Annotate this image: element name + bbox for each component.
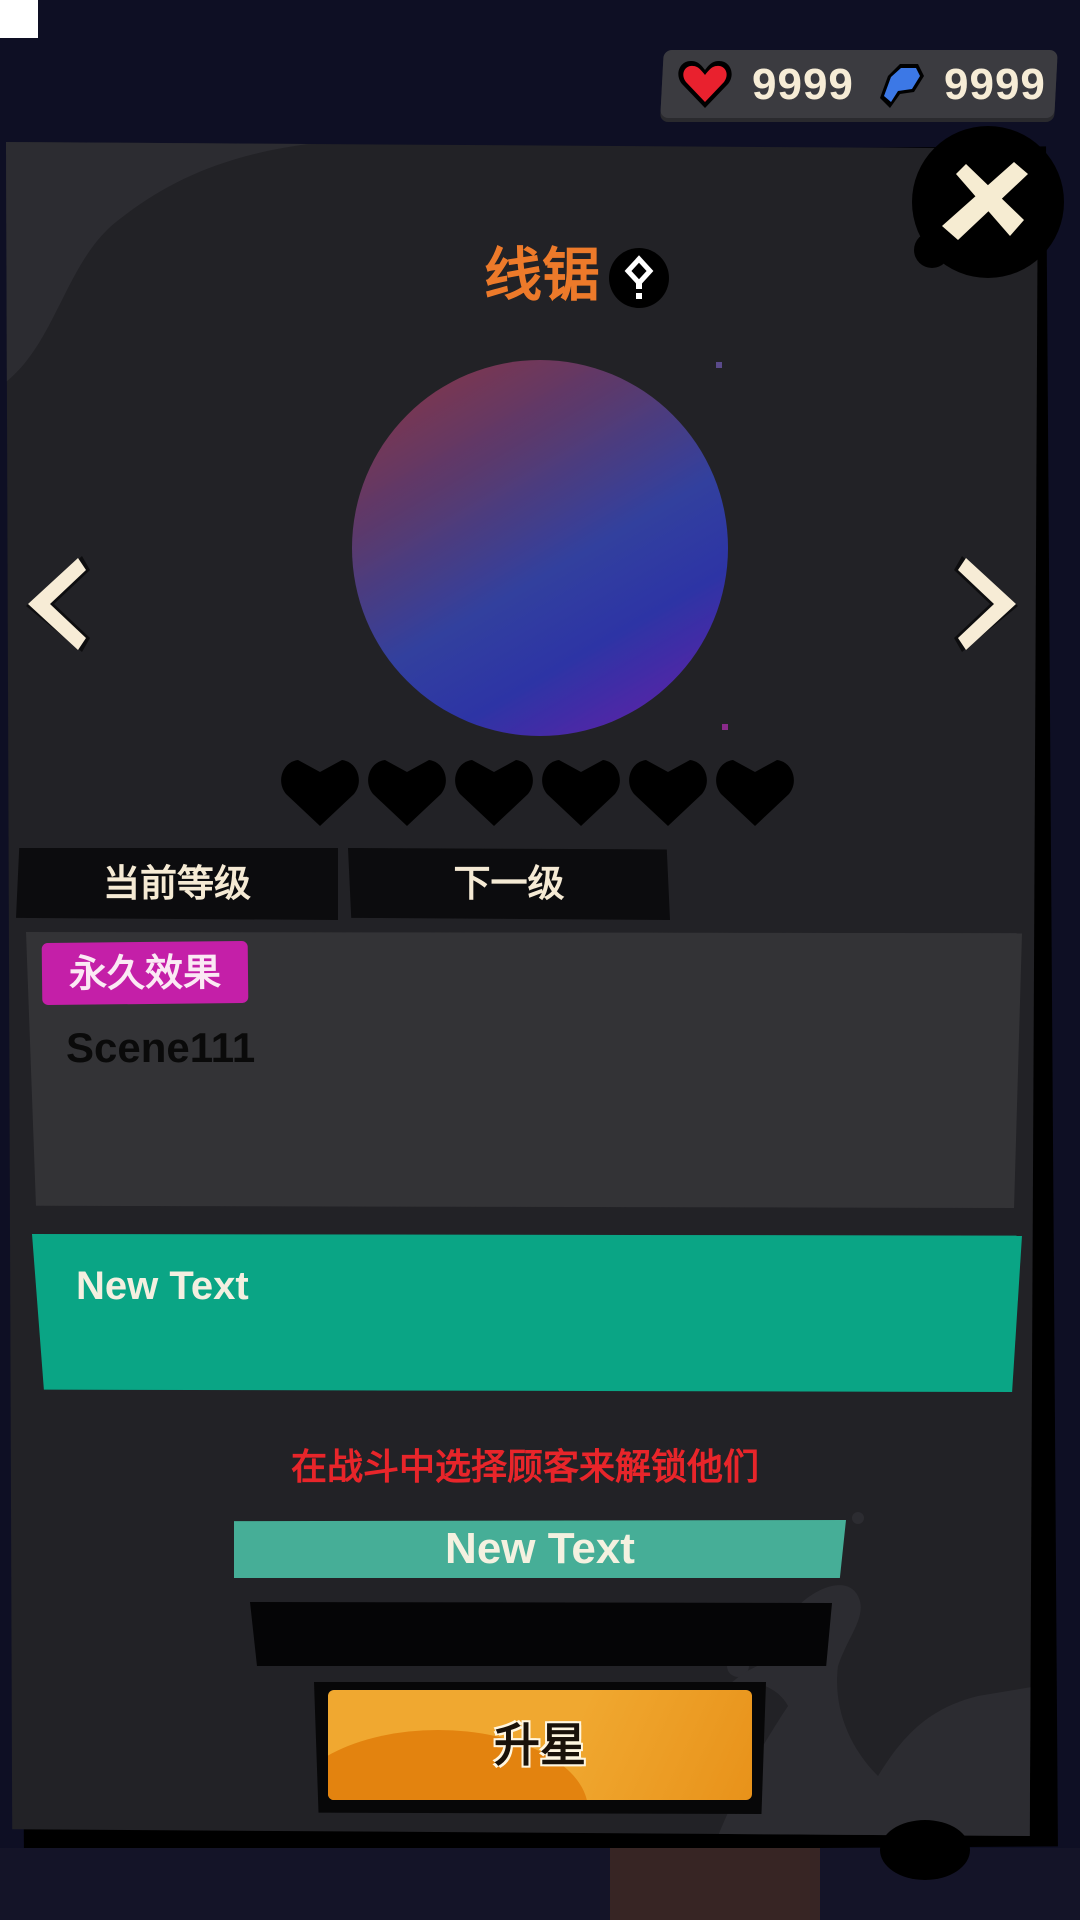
portrait-speck	[722, 724, 728, 730]
panel-decoration	[6, 142, 326, 382]
upgrade-star-button[interactable]: 升星	[328, 1690, 752, 1800]
question-icon	[609, 248, 669, 308]
corner-marker	[0, 0, 38, 38]
rating-star	[713, 754, 797, 832]
progress-label-text: New Text	[445, 1524, 635, 1573]
upgrade-star-label: 升星	[494, 1718, 586, 1772]
close-x-icon	[912, 126, 1064, 278]
chevron-right-icon	[954, 556, 1018, 652]
next-button[interactable]	[950, 552, 1024, 656]
tab-next-level[interactable]: 下一级	[348, 848, 670, 920]
item-title: 线锯	[483, 241, 600, 309]
hearts-count: 9999	[752, 60, 854, 109]
background-glow	[610, 1848, 820, 1920]
background-blob	[880, 1820, 970, 1880]
chevron-left-icon	[26, 556, 90, 652]
portrait-speck	[716, 362, 722, 368]
rating-star	[452, 754, 536, 832]
effect-description: Scene111	[66, 1024, 256, 1071]
heart-icon	[676, 58, 734, 110]
star-rating	[278, 754, 802, 828]
gems-count: 9999	[944, 60, 1046, 109]
tab-current-level[interactable]: 当前等级	[16, 848, 338, 920]
unlock-hint: 在战斗中选择顾客来解锁他们	[290, 1447, 759, 1488]
help-button[interactable]	[608, 247, 670, 309]
permanent-effect-badge: 永久效果	[41, 940, 249, 1006]
blue-gem-icon	[870, 58, 928, 110]
rating-star	[626, 754, 710, 832]
rating-star	[278, 754, 362, 832]
rating-star	[539, 754, 623, 832]
rating-star	[365, 754, 449, 832]
prev-button[interactable]	[20, 552, 94, 656]
close-button[interactable]	[904, 122, 1064, 282]
progress-bar	[250, 1602, 832, 1666]
item-portrait	[352, 360, 728, 736]
info-box-text: New Text	[76, 1264, 249, 1308]
